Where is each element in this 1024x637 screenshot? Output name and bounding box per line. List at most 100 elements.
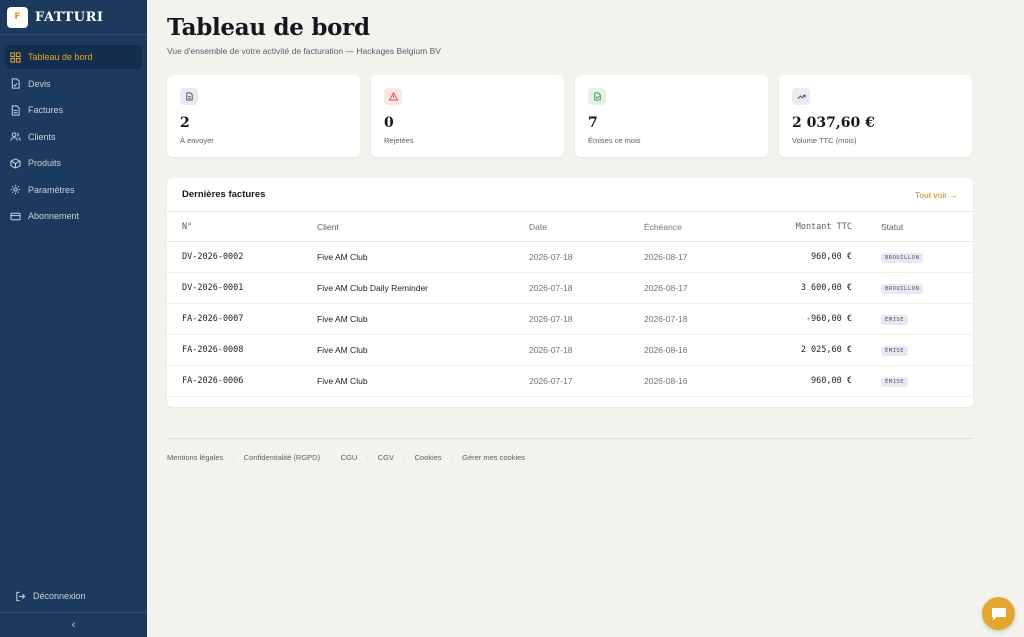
status-badge: ÉMISE bbox=[881, 315, 909, 325]
stat-card-to-send[interactable]: 2 À envoyer bbox=[167, 75, 360, 157]
invoice-amount: 960,00 € bbox=[755, 241, 880, 273]
sidebar-item-abonnement[interactable]: Abonnement bbox=[5, 204, 142, 228]
invoice-status-cell: ÉMISE bbox=[880, 303, 973, 335]
column-header-due-date: Échéance bbox=[643, 212, 755, 242]
invoice-amount: -960,00 € bbox=[755, 303, 880, 335]
sidebar-item-clients[interactable]: Clients bbox=[5, 125, 142, 149]
column-header-amount: Montant TTC bbox=[755, 212, 880, 242]
panel-header: Dernières factures Tout voir → bbox=[167, 178, 973, 212]
sidebar-item-label: Clients bbox=[28, 131, 56, 142]
gear-icon bbox=[9, 184, 21, 196]
stat-label: À envoyer bbox=[180, 136, 214, 145]
sidebar: F FATTURI Tableau de bord Devis Factures Cl… bbox=[0, 0, 147, 637]
invoice-number[interactable]: FA-2026-0006 bbox=[167, 365, 316, 397]
invoice-client: Five AM Club bbox=[316, 241, 528, 273]
stat-value: 7 bbox=[588, 115, 598, 131]
invoice-amount: 2,00 € bbox=[755, 397, 880, 408]
recent-invoices-panel: Dernières factures Tout voir → N° Client… bbox=[167, 178, 973, 407]
panel-title: Dernières factures bbox=[182, 189, 266, 200]
invoice-due-date: 2026-08-17 bbox=[643, 272, 755, 304]
main-content: Tableau de bord Vue d'ensemble de votre … bbox=[167, 0, 973, 407]
invoice-number[interactable]: FA-2026-0007 bbox=[167, 303, 316, 335]
invoice-date: 2026-07-18 bbox=[528, 272, 643, 304]
footer-link[interactable]: Cookies bbox=[415, 453, 442, 462]
invoice-date: 2026-07-17 bbox=[528, 365, 643, 397]
invoice-due-date: 2026-08-16 bbox=[643, 334, 755, 366]
invoice-amount: 2 025,60 € bbox=[755, 334, 880, 366]
invoice-due-date: 2026-07-18 bbox=[643, 303, 755, 335]
stat-card-volume[interactable]: 2 037,60 € Volume TTC (mois) bbox=[779, 75, 972, 157]
sidebar-item-tableau-de-bord[interactable]: Tableau de bord bbox=[5, 45, 142, 69]
sidebar-item-label: Produits bbox=[28, 158, 62, 168]
sidebar-item-factures[interactable]: Factures bbox=[5, 98, 142, 122]
invoice-number[interactable]: FA-2026-0004 bbox=[167, 397, 316, 408]
footer-separator: · bbox=[329, 453, 332, 462]
invoice-date: 2026-07-18 bbox=[528, 241, 643, 273]
sidebar-item-label: Devis bbox=[28, 78, 51, 89]
stat-value: 2 bbox=[180, 115, 190, 131]
chat-icon bbox=[991, 607, 1007, 621]
footer-link[interactable]: CGV bbox=[378, 453, 394, 462]
footer-link[interactable]: Gérer mes cookies bbox=[462, 453, 525, 462]
logout-label: Déconnexion bbox=[33, 591, 86, 601]
table-row[interactable]: DV-2026-0001 Five AM Club Daily Reminder 2… bbox=[167, 272, 973, 304]
invoice-status-cell: ÉMISE bbox=[880, 334, 973, 366]
invoice-amount: 960,00 € bbox=[755, 365, 880, 397]
column-header-status: Statut bbox=[880, 212, 973, 242]
logout-icon bbox=[14, 590, 26, 602]
footer-link[interactable]: Mentions légales bbox=[167, 453, 223, 462]
table-row[interactable]: DV-2026-0002 Five AM Club 2026-07-18 2026-0… bbox=[167, 241, 973, 273]
invoice-client: Five AM Club bbox=[316, 334, 528, 366]
sidebar-item-label: Paramètres bbox=[28, 184, 75, 195]
sidebar-item-devis[interactable]: Devis bbox=[5, 72, 142, 96]
sidebar-item-parametres[interactable]: Paramètres bbox=[5, 178, 142, 202]
invoice-icon bbox=[9, 104, 21, 116]
sidebar-item-produits[interactable]: Produits bbox=[5, 151, 142, 175]
table-row[interactable]: FA-2026-0007 Five AM Club 2026-07-18 2026-0… bbox=[167, 303, 973, 335]
app-logo: F bbox=[7, 6, 28, 28]
invoice-client: Five AM Club Daily Reminder bbox=[316, 397, 528, 408]
table-row[interactable]: FA-2026-0006 Five AM Club 2026-07-17 2026-0… bbox=[167, 365, 973, 397]
invoice-number[interactable]: DV-2026-0001 bbox=[167, 272, 316, 304]
invoice-amount: 3 600,00 € bbox=[755, 272, 880, 304]
sidebar-item-label: Abonnement bbox=[28, 211, 80, 221]
footer-link[interactable]: CGU bbox=[341, 453, 358, 462]
page-subtitle: Vue d'ensemble de votre activité de fact… bbox=[167, 46, 441, 56]
invoice-number[interactable]: FA-2026-0008 bbox=[167, 334, 316, 366]
footer-separator: · bbox=[232, 453, 235, 462]
stat-label: Émises ce mois bbox=[588, 136, 641, 145]
stat-cards: 2 À envoyer 0 Rejetées 7 Émises ce mois 2 037,… bbox=[167, 75, 973, 157]
invoice-due-date: 2026-08-16 bbox=[643, 365, 755, 397]
brand[interactable]: F FATTURI bbox=[0, 0, 147, 35]
stat-card-issued-month[interactable]: 7 Émises ce mois bbox=[575, 75, 768, 157]
footer-link[interactable]: Confidentialité (RGPD) bbox=[244, 453, 320, 462]
table-row[interactable]: FA-2026-0004Five AM Club Daily Reminder 2… bbox=[167, 397, 973, 408]
chat-button[interactable] bbox=[982, 597, 1015, 630]
stat-card-rejected[interactable]: 0 Rejetées bbox=[371, 75, 564, 157]
status-badge: ÉMISE bbox=[881, 377, 909, 387]
invoice-status-cell: ÉMISE bbox=[880, 397, 973, 408]
invoice-due-date: 2026-08-17 bbox=[643, 241, 755, 273]
invoices-table: N° Client Date Échéance Montant TTC Stat… bbox=[167, 212, 973, 407]
stat-label: Rejetées bbox=[384, 136, 414, 145]
view-all-link[interactable]: Tout voir → bbox=[915, 190, 958, 200]
invoice-status-cell: BROUILLON bbox=[880, 241, 973, 273]
table-row[interactable]: FA-2026-0008 Five AM Club 2026-07-18 2026-0… bbox=[167, 334, 973, 366]
trend-up-icon bbox=[792, 88, 810, 105]
footer: Mentions légales · Confidentialité (RGPD) ·… bbox=[167, 438, 973, 462]
invoice-client: Five AM Club bbox=[316, 365, 528, 397]
box-icon bbox=[9, 157, 21, 169]
sidebar-item-label: Factures bbox=[28, 105, 64, 115]
dashboard-icon bbox=[9, 51, 21, 63]
footer-separator: · bbox=[450, 453, 454, 462]
invoice-date: 2026-07-18 bbox=[528, 303, 643, 335]
collapse-sidebar-button[interactable]: ‹ bbox=[0, 612, 147, 637]
status-badge: BROUILLON bbox=[881, 253, 924, 263]
card-icon bbox=[9, 210, 21, 222]
invoice-number[interactable]: DV-2026-0002 bbox=[167, 241, 316, 273]
column-header-client: Client bbox=[316, 212, 528, 242]
logout-button[interactable]: Déconnexion bbox=[10, 584, 151, 608]
table-header-row: N° Client Date Échéance Montant TTC Stat… bbox=[167, 212, 973, 242]
footer-separator: · bbox=[403, 453, 406, 462]
column-header-date: Date bbox=[528, 212, 643, 242]
